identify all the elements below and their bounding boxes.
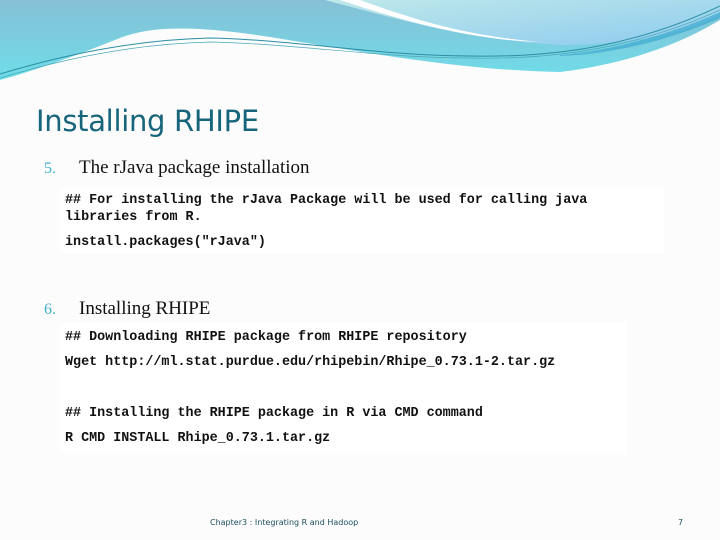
code-line: install.packages("rJava") (65, 235, 266, 250)
page-number: 7 (678, 518, 684, 527)
slide-title: Installing RHIPE (36, 104, 259, 138)
header-wave-decoration (0, 0, 720, 80)
code-line: R CMD INSTALL Rhipe_0.73.1.tar.gz (65, 431, 331, 446)
list-item-rhipe: 6. Installing RHIPE (44, 298, 210, 320)
code-line: ## For installing the rJava Package will… (65, 193, 588, 208)
code-line: ## Downloading RHIPE package from RHIPE … (65, 330, 467, 345)
item-number: 6. (44, 301, 56, 318)
code-block-rhipe: ## Downloading RHIPE package from RHIPE … (60, 322, 626, 453)
slide-footer: Chapter3 : Integrating R and Hadoop (210, 518, 359, 527)
list-item-rjava: 5. The rJava package installation (44, 157, 310, 179)
code-line: ## Installing the RHIPE package in R via… (65, 406, 483, 421)
item-number: 5. (44, 160, 56, 177)
item-heading: The rJava package installation (79, 157, 310, 178)
code-line: Wget http://ml.stat.purdue.edu/rhipebin/… (65, 355, 556, 370)
item-heading: Installing RHIPE (79, 298, 211, 319)
code-line: libraries from R. (65, 210, 202, 225)
code-block-rjava: ## For installing the rJava Package will… (60, 188, 664, 254)
